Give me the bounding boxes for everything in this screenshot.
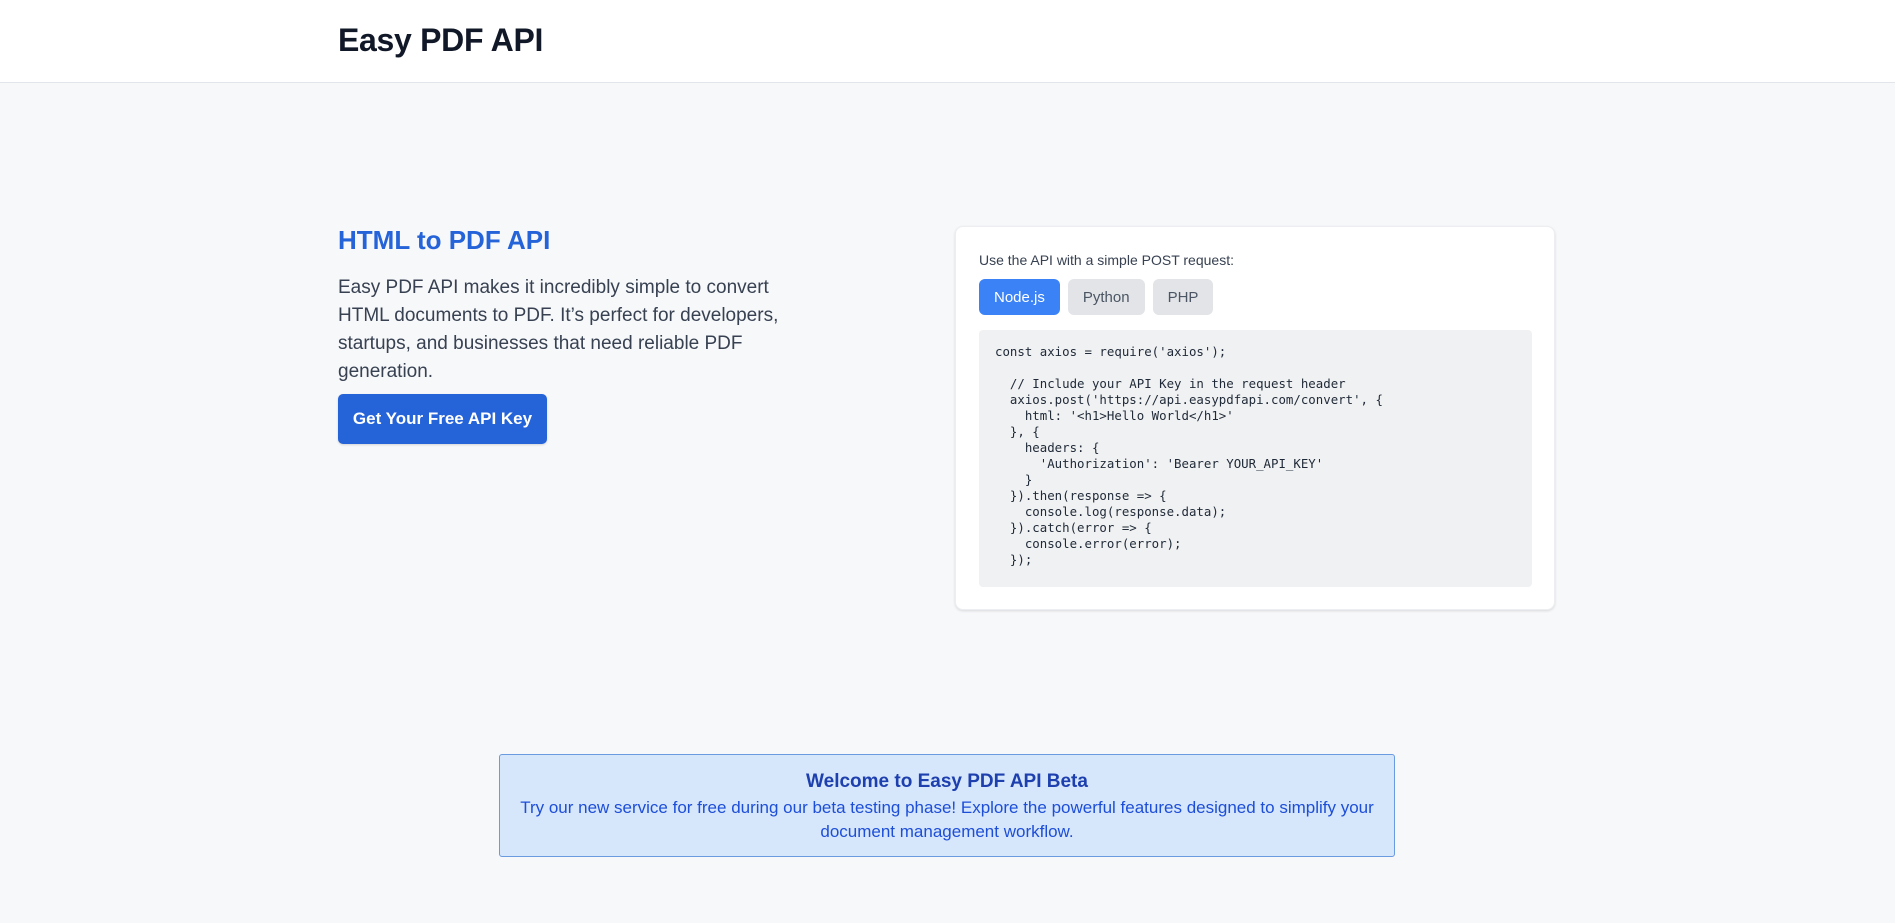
- api-example-card: Use the API with a simple POST request: …: [955, 226, 1555, 610]
- hero-title: HTML to PDF API: [338, 225, 551, 255]
- tab-php[interactable]: PHP: [1152, 279, 1214, 315]
- code-sample[interactable]: const axios = require('axios'); // Inclu…: [979, 330, 1532, 587]
- top-header: Easy PDF API: [0, 0, 1895, 83]
- language-tabs: Node.js Python PHP: [979, 279, 1214, 315]
- banner-title: Welcome to Easy PDF API Beta: [806, 771, 1088, 792]
- api-intro-text: Use the API with a simple POST request:: [979, 252, 1234, 268]
- hero-description: Easy PDF API makes it incredibly simple …: [338, 277, 779, 382]
- brand-title[interactable]: Easy PDF API: [338, 22, 543, 59]
- tab-nodejs[interactable]: Node.js: [979, 279, 1060, 315]
- beta-banner: Welcome to Easy PDF API Beta Try our new…: [499, 754, 1395, 857]
- get-api-key-button[interactable]: Get Your Free API Key: [338, 394, 547, 444]
- banner-text: Try our new service for free during our …: [520, 798, 1374, 841]
- tab-python[interactable]: Python: [1067, 279, 1145, 315]
